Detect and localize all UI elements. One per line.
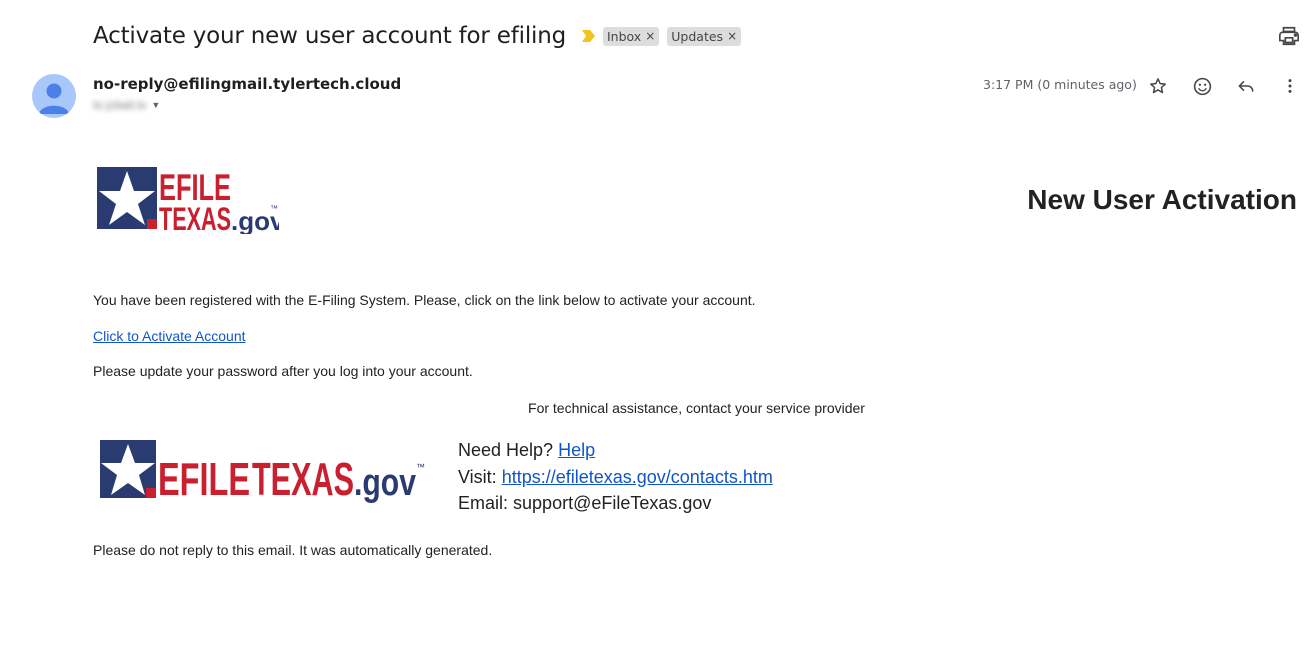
help-link[interactable]: Help bbox=[558, 440, 595, 460]
label-updates[interactable]: Updates × bbox=[667, 26, 742, 46]
email-label: Email: bbox=[458, 493, 509, 513]
remove-label-updates-icon[interactable]: × bbox=[727, 29, 737, 43]
technical-assistance-text: For technical assistance, contact your s… bbox=[528, 400, 865, 416]
efiletexas-logo-top: EFILE TEXAS .gov ™ bbox=[97, 167, 279, 234]
footer-note: Please do not reply to this email. It wa… bbox=[93, 542, 493, 558]
activate-account-link[interactable]: Click to Activate Account bbox=[93, 328, 246, 344]
visit-line: Visit: https://efiletexas.gov/contacts.h… bbox=[458, 464, 773, 491]
support-email: support@eFileTexas.gov bbox=[513, 493, 712, 513]
label-inbox[interactable]: Inbox × bbox=[603, 26, 660, 46]
chevron-down-icon[interactable]: ▼ bbox=[151, 100, 160, 110]
need-help-label: Need Help? bbox=[458, 440, 554, 460]
avatar-icon[interactable] bbox=[32, 74, 76, 118]
star-button[interactable] bbox=[1146, 74, 1170, 98]
logo-bottom-tm: ™ bbox=[416, 462, 425, 472]
update-password-text: Please update your password after you lo… bbox=[93, 363, 473, 379]
remove-label-inbox-icon[interactable]: × bbox=[645, 29, 655, 43]
label-inbox-text: Inbox bbox=[607, 28, 642, 44]
email-timestamp: 3:17 PM (0 minutes ago) bbox=[983, 77, 1137, 92]
logo-bottom-texas: TEXAS bbox=[252, 453, 354, 504]
visit-label: Visit: bbox=[458, 466, 497, 487]
help-block: Need Help? Help Visit: https://efiletexa… bbox=[458, 437, 773, 517]
activation-title: New User Activation bbox=[1027, 184, 1297, 215]
contacts-link[interactable]: https://efiletexas.gov/contacts.htm bbox=[502, 467, 773, 487]
email-subject: Activate your new user account for efili… bbox=[93, 23, 566, 49]
recipient-address: to jcbail.tx bbox=[93, 98, 147, 112]
emoji-reaction-button[interactable] bbox=[1190, 74, 1214, 98]
logo-bottom-efile: EFILE bbox=[158, 453, 250, 504]
emoji-icon bbox=[1193, 77, 1211, 95]
subject-row: Activate your new user account for efili… bbox=[93, 18, 742, 54]
need-help-line: Need Help? Help bbox=[458, 437, 773, 464]
print-icon[interactable] bbox=[1278, 25, 1300, 47]
efiletexas-logo-bottom: EFILE TEXAS .gov ™ bbox=[100, 440, 425, 504]
registered-text: You have been registered with the E-Fili… bbox=[93, 292, 756, 308]
more-options-button[interactable] bbox=[1278, 74, 1302, 98]
label-updates-text: Updates bbox=[671, 28, 724, 44]
more-vert-icon bbox=[1288, 79, 1292, 93]
importance-icon[interactable] bbox=[582, 30, 595, 42]
email-line: Email: support@eFileTexas.gov bbox=[458, 490, 773, 517]
logo-top-tm: ™ bbox=[270, 204, 278, 213]
star-icon bbox=[1150, 78, 1166, 94]
logo-bottom-gov: .gov bbox=[354, 462, 416, 504]
recipient-line[interactable]: to jcbail.tx ▼ bbox=[93, 98, 160, 112]
reply-icon bbox=[1238, 81, 1254, 92]
logo-top-texas: TEXAS bbox=[159, 201, 231, 234]
sender-address[interactable]: no-reply@efilingmail.tylertech.cloud bbox=[93, 75, 401, 93]
reply-button[interactable] bbox=[1234, 74, 1258, 98]
